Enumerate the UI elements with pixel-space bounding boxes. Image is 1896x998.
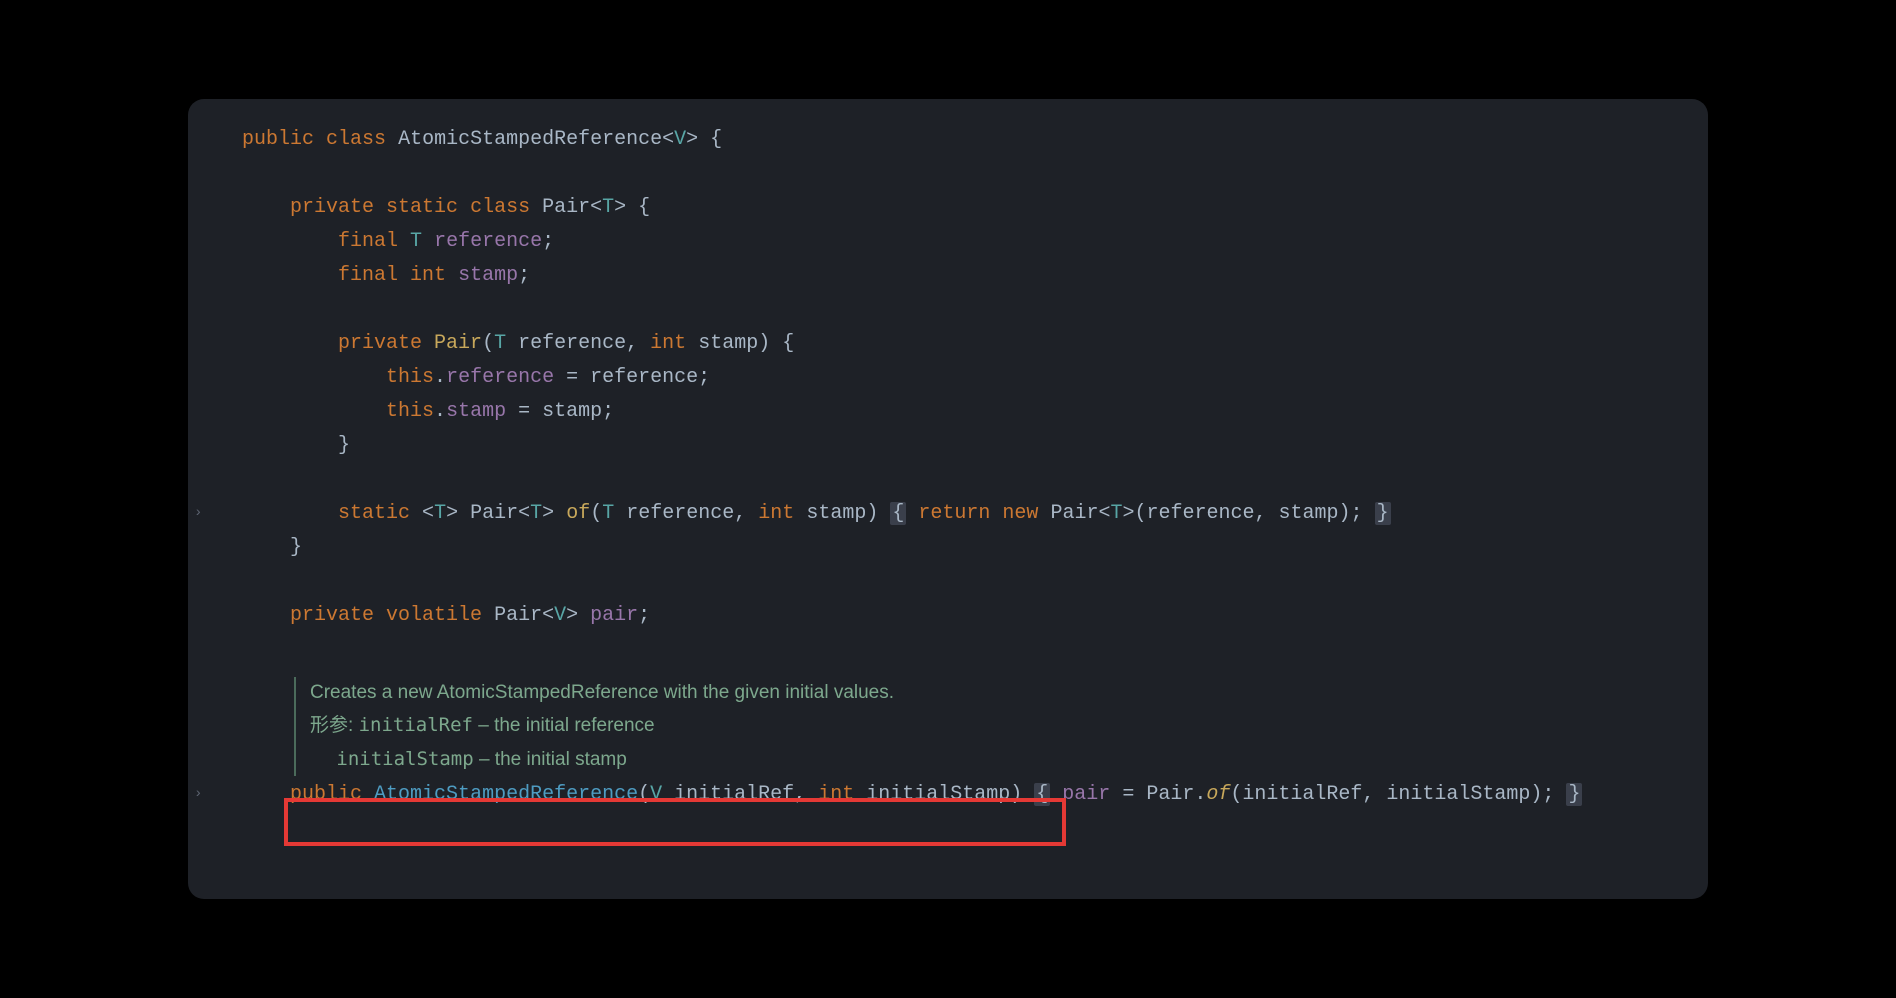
class-ref: Pair [1146,783,1194,806]
param-type: int [818,783,854,806]
param-type: V [650,783,662,806]
param-name: stamp [698,332,758,355]
angle-close: > [686,128,698,151]
code-area[interactable]: public class AtomicStampedReference<V> {… [188,99,1708,836]
fold-chevron-icon[interactable]: › [194,783,202,807]
keyword-private: private [338,332,422,355]
param-name: initialStamp [336,748,473,770]
keyword-static: static [386,196,458,219]
code-line[interactable]: › public AtomicStampedReference(V initia… [188,778,1708,812]
code-line[interactable]: this.stamp = stamp; [188,395,1708,429]
code-line[interactable]: final T reference; [188,225,1708,259]
param-type: int [758,502,794,525]
code-line[interactable]: final int stamp; [188,259,1708,293]
code-line[interactable]: this.reference = reference; [188,361,1708,395]
ctor-call: Pair [1050,502,1098,525]
keyword-this: this [386,366,434,389]
javadoc-param-cont: initialStamp – the initial stamp [310,743,1708,776]
param-name: reference [518,332,626,355]
keyword-private: private [290,196,374,219]
keyword-static: static [338,502,410,525]
keyword-new: new [1002,502,1038,525]
type-int: int [410,264,446,287]
keyword-class: class [470,196,530,219]
param-type: int [650,332,686,355]
blank-line [188,633,1708,667]
generic-param: T [602,196,614,219]
keyword-class: class [326,128,386,151]
keyword-this: this [386,400,434,423]
javadoc-summary: Creates a new AtomicStampedReference wit… [310,677,1708,709]
javadoc-params: 形参: initialRef – the initial reference [310,709,1708,742]
code-line[interactable]: private static class Pair<T> { [188,191,1708,225]
brace-close: } [338,434,350,457]
generic-param: V [674,128,686,151]
code-editor-panel: public class AtomicStampedReference<V> {… [188,99,1708,899]
return-type: Pair [470,502,518,525]
blank-line [188,293,1708,327]
param-name: initialStamp [866,783,1010,806]
field-ref: pair [1062,783,1110,806]
blank-line [188,565,1708,599]
angle-open: < [662,128,674,151]
field-name: reference [434,230,542,253]
code-line[interactable]: › static <T> Pair<T> of(T reference, int… [188,497,1708,531]
param-name: initialRef [359,714,473,736]
brace-open: { [698,128,722,151]
keyword-final: final [338,230,398,253]
fold-chevron-icon[interactable]: › [194,502,202,526]
generic-param: V [554,604,566,627]
class-name: AtomicStampedReference [398,128,662,151]
param-desc: – the initial reference [473,715,655,736]
fold-marker[interactable]: { [890,502,906,525]
code-line[interactable]: } [188,531,1708,565]
identifier: stamp [542,400,602,423]
generic-param: T [434,502,446,525]
identifier: reference [590,366,698,389]
code-line[interactable]: private Pair(T reference, int stamp) { [188,327,1708,361]
field-name: pair [590,604,638,627]
param-desc: – the initial stamp [474,749,627,770]
code-line[interactable]: } [188,429,1708,463]
javadoc-inlay: Creates a new AtomicStampedReference wit… [294,677,1708,776]
fold-marker[interactable]: } [1375,502,1391,525]
field-ref: stamp [446,400,506,423]
keyword-private: private [290,604,374,627]
constructor-name: Pair [434,332,482,355]
fold-marker[interactable]: } [1566,783,1582,806]
static-method-call: of [1206,783,1230,806]
field-name: stamp [458,264,518,287]
keyword-final: final [338,264,398,287]
keyword-volatile: volatile [386,604,482,627]
param-type: T [602,502,614,525]
brace-close: } [290,536,302,559]
keyword-public: public [290,783,362,806]
code-line[interactable]: private volatile Pair<V> pair; [188,599,1708,633]
type-name: Pair [494,604,542,627]
params-label: 形参: [310,715,353,736]
param-type: T [494,332,506,355]
class-name: Pair [542,196,590,219]
param-name: initialRef [674,783,794,806]
keyword-return: return [918,502,990,525]
fold-marker[interactable]: { [1034,783,1050,806]
field-ref: reference [446,366,554,389]
type-ref: T [410,230,422,253]
blank-line [188,463,1708,497]
method-name: of [566,502,590,525]
keyword-public: public [242,128,314,151]
code-line[interactable]: public class AtomicStampedReference<V> { [188,123,1708,157]
constructor-name: AtomicStampedReference [374,783,638,806]
blank-line [188,157,1708,191]
